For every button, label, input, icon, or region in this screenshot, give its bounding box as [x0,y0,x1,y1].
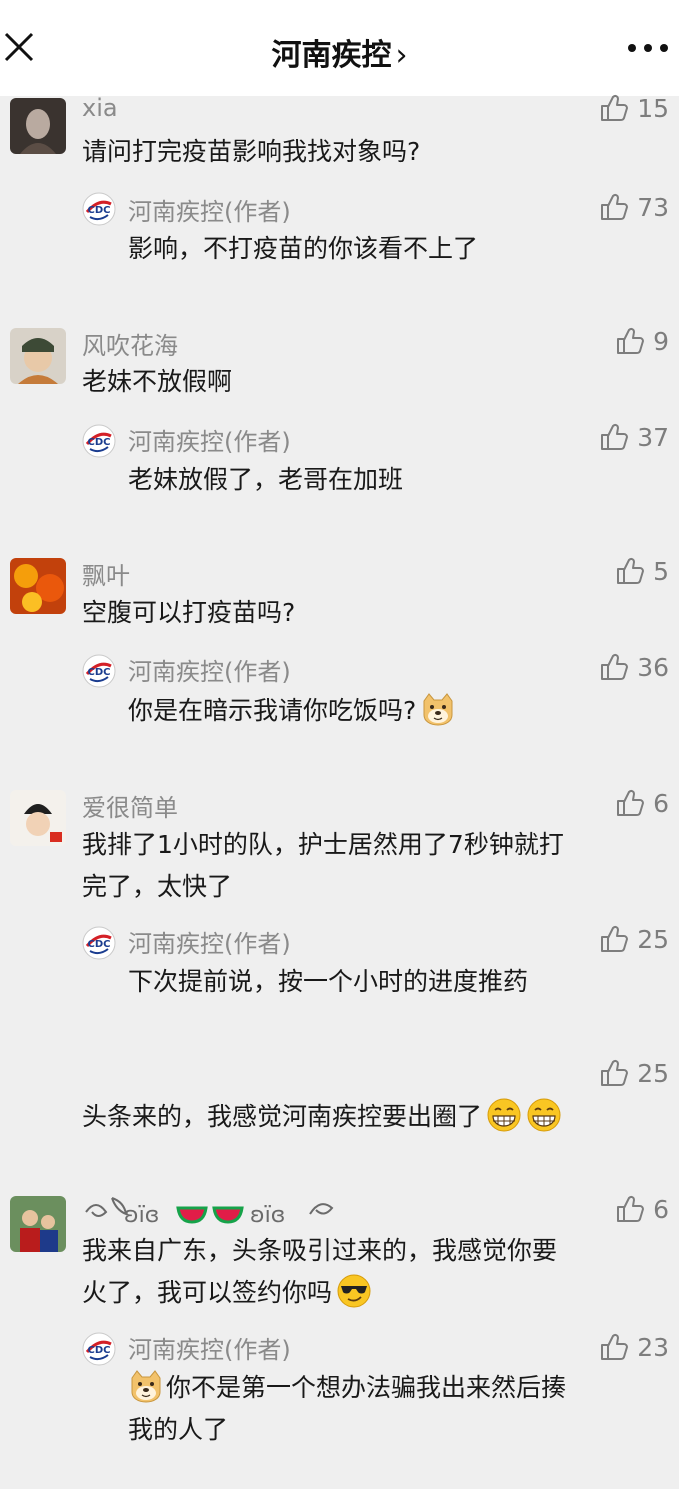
comment-text-line: 火了，我可以签约你吗 [82,1272,662,1314]
thumb-up-icon [599,1332,629,1362]
more-button[interactable] [626,40,670,56]
cdc-logo-icon[interactable] [82,192,116,226]
reply-text: 你不是第一个想办法骗我出来然后揍 我的人了 [128,1367,658,1451]
like-count: 6 [653,1194,669,1224]
like-count: 25 [637,1058,669,1088]
comment-text: 老妹不放假啊 [82,367,233,396]
like-button[interactable]: 15 [599,91,669,125]
like-button[interactable]: 5 [615,554,669,588]
reply-author[interactable]: 河南疾控(作者) [128,422,291,457]
cdc-logo-icon[interactable] [82,926,116,960]
like-count: 15 [637,93,669,123]
thumb-up-icon [599,652,629,682]
reply-like-button[interactable]: 37 [599,420,669,454]
doge-emoji [420,691,456,727]
cdc-logo-icon[interactable] [82,1332,116,1366]
chevron-right-icon: › [395,38,408,73]
thumb-up-icon [599,1058,629,1088]
cdc-logo-icon[interactable] [82,424,116,458]
svg-text:ʚïɞ: ʚïɞ [124,1203,159,1228]
thumb-up-icon [599,93,629,123]
reply-text-content: 你不是第一个想办法骗我出来然后揍 [166,1373,567,1402]
like-count: 23 [637,1332,669,1362]
thumb-up-icon [615,788,645,818]
reply-text-line: 我的人了 [128,1415,229,1444]
like-button[interactable]: 9 [615,324,669,358]
page-title[interactable]: 河南疾控 › [0,30,679,74]
grin-emoji [526,1097,562,1133]
thumb-up-icon [615,326,645,356]
grin-emoji [486,1097,522,1133]
comment-text: 请问打完疫苗影响我找对象吗? [82,137,421,166]
avatar[interactable] [10,98,66,154]
avatar[interactable] [10,1196,66,1252]
comment-username[interactable]: 风吹花海 [82,326,178,361]
like-count: 36 [637,652,669,682]
like-count: 6 [653,788,669,818]
comment-username[interactable]: 飘叶 [82,556,130,591]
reply-text: 影响，不打疫苗的你该看不上了 [128,234,479,263]
reply-author[interactable]: 河南疾控(作者) [128,1330,291,1365]
svg-text:ʚïɞ: ʚïɞ [250,1203,285,1228]
reply-author[interactable]: 河南疾控(作者) [128,652,291,687]
reply-like-button[interactable]: 25 [599,922,669,956]
sunglasses-emoji [336,1273,372,1309]
like-count: 73 [637,192,669,222]
reply-author[interactable]: 河南疾控(作者) [128,192,291,227]
thumb-up-icon [599,422,629,452]
reply-text-line: 你不是第一个想办法骗我出来然后揍 [128,1367,658,1409]
reply-like-button[interactable]: 23 [599,1330,669,1364]
reply-like-button[interactable]: 73 [599,190,669,224]
like-count: 37 [637,422,669,452]
like-count: 5 [653,556,669,586]
avatar[interactable] [10,790,66,846]
thumb-up-icon [615,556,645,586]
reply-text: 下次提前说，按一个小时的进度推药 [128,967,529,996]
thumb-up-icon [599,924,629,954]
reply-text-content: 你是在暗示我请你吃饭吗? [128,696,417,725]
decorative-username-symbols: ʚïɞ ʚïɞ [85,1197,334,1228]
reply-author[interactable]: 河南疾控(作者) [128,924,291,959]
doge-emoji [128,1368,164,1404]
like-button[interactable]: 6 [615,1192,669,1226]
comment-text: 空腹可以打疫苗吗? [82,598,296,627]
comment-text-line: 完了，太快了 [82,872,233,901]
avatar[interactable] [10,328,66,384]
avatar[interactable] [10,558,66,614]
comment-text-line: 我排了1小时的队，护士居然用了7秒钟就打 [82,830,564,859]
cdc-logo-icon[interactable] [82,654,116,688]
like-button[interactable]: 6 [615,786,669,820]
like-button[interactable]: 25 [599,1056,669,1090]
reply-like-button[interactable]: 36 [599,650,669,684]
thumb-up-icon [599,192,629,222]
comment-username[interactable]: 爱很简单 [82,788,178,823]
comment-text-content: 火了，我可以签约你吗 [82,1278,333,1307]
comment-text: 我来自广东，头条吸引过来的，我感觉你要 火了，我可以签约你吗 [82,1230,662,1314]
reply-text: 老妹放假了，老哥在加班 [128,465,404,494]
reply-text: 你是在暗示我请你吃饭吗? [128,690,658,732]
comment-text: 头条来的，我感觉河南疾控要出圈了 [82,1096,662,1138]
thumb-up-icon [615,1194,645,1224]
like-count: 25 [637,924,669,954]
page-title-text: 河南疾控 [271,38,392,73]
comment-text: 我排了1小时的队，护士居然用了7秒钟就打 完了，太快了 [82,824,662,908]
comment-text-line: 我来自广东，头条吸引过来的，我感觉你要 [82,1236,558,1265]
like-count: 9 [653,326,669,356]
top-bar: 河南疾控 › [0,0,679,96]
more-dots-icon [628,44,668,52]
comment-username[interactable]: xia [82,94,118,122]
comment-text-content: 头条来的，我感觉河南疾控要出圈了 [82,1102,483,1131]
